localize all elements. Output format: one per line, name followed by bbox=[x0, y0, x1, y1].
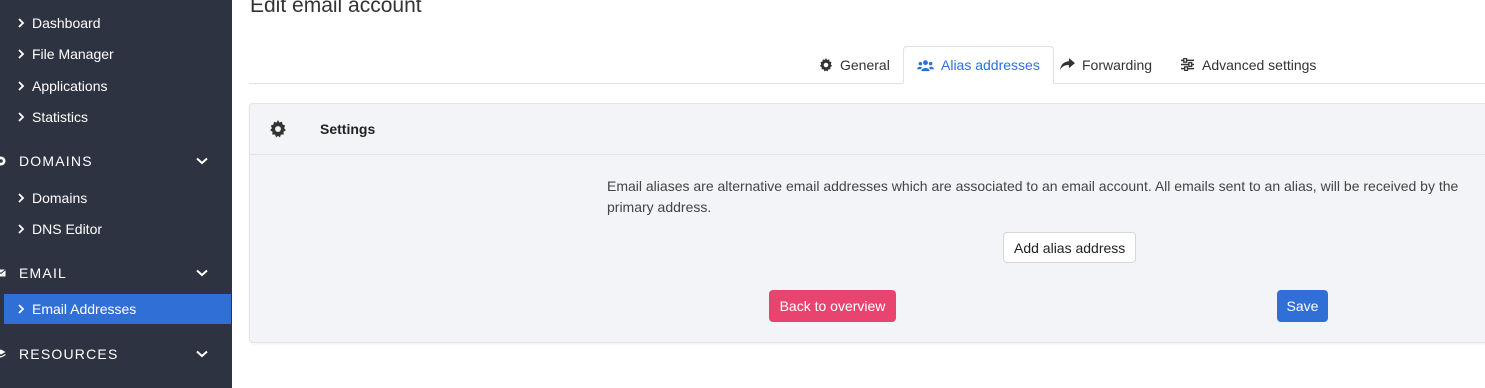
sidebar-item-label: Dashboard bbox=[32, 15, 101, 31]
chevron-right-icon bbox=[17, 224, 29, 234]
save-button[interactable]: Save bbox=[1277, 290, 1328, 322]
chevron-right-icon bbox=[17, 81, 29, 91]
card-title: Settings bbox=[320, 121, 376, 137]
sidebar-item-statistics[interactable]: Statistics bbox=[0, 102, 232, 132]
add-alias-button[interactable]: Add alias address bbox=[1003, 232, 1137, 263]
share-arrow-icon bbox=[1060, 58, 1075, 71]
alias-description: Email aliases are alternative email addr… bbox=[607, 178, 1459, 215]
sidebar-item-domains[interactable]: Domains bbox=[0, 183, 232, 213]
page-title: Edit email account bbox=[250, 0, 422, 17]
chevron-right-icon bbox=[17, 112, 29, 122]
globe-icon bbox=[0, 156, 6, 166]
chevron-right-icon bbox=[17, 49, 29, 59]
chevron-right-icon bbox=[17, 304, 29, 314]
section-label: EMAIL bbox=[19, 265, 68, 281]
gear-icon bbox=[819, 57, 833, 72]
sidebar-section-resources[interactable]: RESOURCES bbox=[0, 339, 232, 369]
section-label: DOMAINS bbox=[19, 153, 93, 169]
users-icon bbox=[917, 59, 934, 72]
sidebar-item-dashboard[interactable]: Dashboard bbox=[0, 8, 232, 38]
chevron-right-icon bbox=[17, 193, 29, 203]
sidebar-section-domains[interactable]: DOMAINS bbox=[0, 146, 232, 176]
sliders-icon bbox=[1180, 58, 1195, 71]
gear-icon bbox=[269, 120, 287, 143]
sidebar-item-file-manager[interactable]: File Manager bbox=[0, 39, 232, 69]
chevron-down-icon[interactable] bbox=[196, 269, 208, 277]
back-to-overview-button[interactable]: Back to overview bbox=[769, 290, 896, 322]
tab-label: Forwarding bbox=[1082, 56, 1153, 73]
sidebar-item-label: Email Addresses bbox=[32, 301, 137, 317]
sidebar-section-email[interactable]: EMAIL bbox=[0, 258, 232, 288]
tab-alias-addresses[interactable]: Alias addresses bbox=[903, 46, 1054, 84]
tab-forwarding[interactable]: Forwarding bbox=[1060, 46, 1152, 83]
tab-bar: General Alias addresses Forwarding Advan… bbox=[249, 46, 1485, 84]
chevron-down-icon[interactable] bbox=[196, 350, 208, 358]
sidebar-item-label: File Manager bbox=[32, 46, 114, 62]
sidebar-item-label: DNS Editor bbox=[32, 221, 103, 237]
settings-card: Settings Email aliases are alternative e… bbox=[249, 103, 1485, 343]
tab-label: Advanced settings bbox=[1202, 56, 1317, 73]
tab-advanced-settings[interactable]: Advanced settings bbox=[1180, 46, 1316, 83]
tab-label: General bbox=[840, 56, 890, 73]
layers-icon bbox=[0, 349, 6, 359]
chevron-down-icon[interactable] bbox=[196, 157, 208, 165]
sidebar-item-dns-editor[interactable]: DNS Editor bbox=[0, 214, 232, 244]
card-header: Settings bbox=[250, 104, 1485, 155]
envelope-icon bbox=[0, 268, 6, 278]
chevron-right-icon bbox=[17, 18, 29, 28]
sidebar-item-label: Domains bbox=[32, 190, 88, 206]
tab-label: Alias addresses bbox=[941, 57, 1040, 73]
tab-general[interactable]: General bbox=[819, 46, 890, 83]
sidebar-item-label: Statistics bbox=[32, 109, 89, 125]
sidebar-item-label: Applications bbox=[32, 78, 108, 94]
section-label: RESOURCES bbox=[19, 346, 119, 362]
sidebar: Dashboard File Manager Applications Stat… bbox=[0, 0, 232, 388]
sidebar-item-applications[interactable]: Applications bbox=[0, 71, 232, 101]
sidebar-item-email-addresses[interactable]: Email Addresses bbox=[4, 294, 231, 324]
